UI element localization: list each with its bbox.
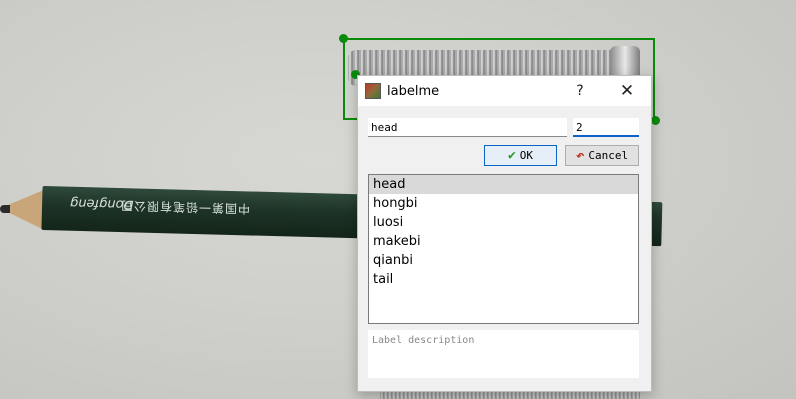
cancel-button[interactable]: ↶ Cancel [565,145,639,166]
pencil-text: 中国第一铅笔有限公司 [119,198,251,216]
list-item-tail[interactable]: tail [369,270,638,289]
undo-icon: ↶ [575,147,585,164]
label-description-field[interactable]: Label description [368,330,639,378]
dialog-title: labelme [387,83,440,99]
help-button[interactable]: ? [570,81,590,101]
close-button[interactable]: ✕ [616,81,638,101]
list-item-hongbi[interactable]: hongbi [369,194,638,213]
list-item-makebi[interactable]: makebi [369,232,638,251]
list-item-qianbi[interactable]: qianbi [369,251,638,270]
ok-button[interactable]: ✔ OK [484,145,557,166]
label-dialog: labelme ? ✕ head 2 ✔ OK ↶ Cancel head ho… [357,75,652,392]
list-item-luosi[interactable]: luosi [369,213,638,232]
group-id-input[interactable]: 2 [573,118,639,137]
labelme-icon [365,83,381,99]
bbox-handle-bottom-right[interactable] [651,116,660,125]
bbox-handle-top-left[interactable] [339,34,348,43]
dialog-titlebar: labelme ? ✕ [358,76,651,106]
list-item-head[interactable]: head [369,175,638,194]
pencil-lead [0,205,10,213]
cancel-button-label: Cancel [588,149,629,162]
label-input[interactable]: head [368,118,567,137]
label-list[interactable]: head hongbi luosi makebi qianbi tail [368,174,639,324]
ok-button-label: OK [519,149,534,162]
check-icon: ✔ [507,148,516,163]
